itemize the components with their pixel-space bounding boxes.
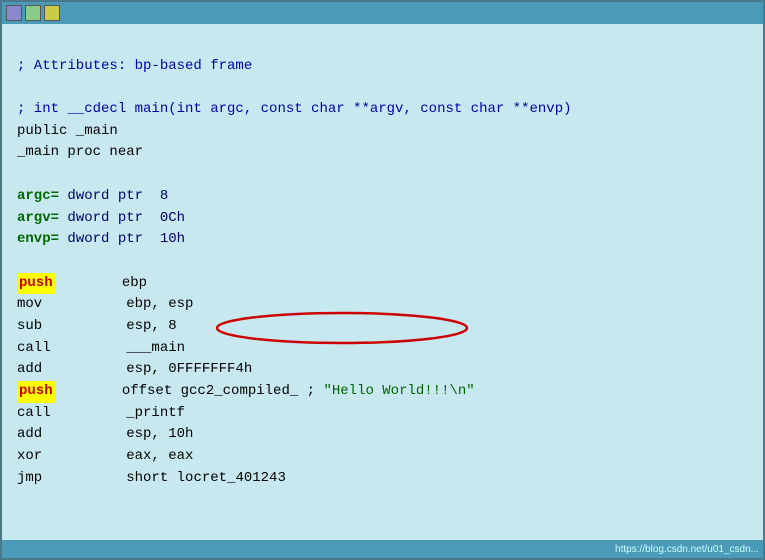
sub-mnemonic: sub	[17, 316, 42, 338]
argc-detail: dword ptr 8	[59, 186, 168, 208]
mov-mnemonic: mov	[17, 294, 42, 316]
line-xor: xor eax, eax	[17, 446, 748, 468]
line-push2: push offset gcc2_compiled_ ; "Hello Worl…	[17, 381, 748, 403]
line-jmp: jmp short locret_401243	[17, 468, 748, 490]
function-signature: ; int __cdecl main(int argc, const char …	[17, 99, 572, 121]
call2-operand: _printf	[51, 403, 185, 425]
url-text: https://blog.csdn.net/u01_csdn...	[615, 544, 759, 555]
line-proc: _main proc near	[17, 142, 748, 164]
mov-operand: ebp, esp	[42, 294, 193, 316]
jmp-mnemonic: jmp	[17, 468, 42, 490]
line-blank2	[17, 77, 748, 99]
line-comment2: ; int __cdecl main(int argc, const char …	[17, 99, 748, 121]
title-icon3	[44, 5, 60, 21]
call1-operand: ___main	[51, 338, 185, 360]
push2-mnemonic: push	[17, 381, 55, 403]
title-bar	[2, 2, 763, 24]
line-mov: mov ebp, esp	[17, 294, 748, 316]
add2-operand: esp, 10h	[42, 424, 193, 446]
sub-operand: esp, 8	[42, 316, 176, 338]
public-keyword: public _main	[17, 121, 118, 143]
argv-detail: dword ptr 0Ch	[59, 208, 185, 230]
call1-mnemonic: call	[17, 338, 51, 360]
line-sub: sub esp, 8	[17, 316, 748, 338]
line-push1: push ebp	[17, 273, 748, 295]
line-argv: argv= dword ptr 0Ch	[17, 208, 748, 230]
xor-operand: eax, eax	[42, 446, 193, 468]
argc-var: argc=	[17, 186, 59, 208]
call2-mnemonic: call	[17, 403, 51, 425]
title-icon1	[6, 5, 22, 21]
push2-operand: offset gcc2_compiled_ ;	[55, 381, 315, 403]
argv-var: argv=	[17, 208, 59, 230]
title-icon2	[25, 5, 41, 21]
bottom-bar: https://blog.csdn.net/u01_csdn...	[2, 540, 763, 558]
add1-mnemonic: add	[17, 359, 42, 381]
envp-detail: dword ptr 10h	[59, 229, 185, 251]
code-area: ; Attributes: bp-based frame ; int __cde…	[2, 24, 763, 540]
envp-var: envp=	[17, 229, 59, 251]
line-blank3	[17, 164, 748, 186]
comment-text: ; Attributes: bp-based frame	[17, 56, 252, 78]
line-add2: add esp, 10h	[17, 424, 748, 446]
line-blank4	[17, 251, 748, 273]
push1-mnemonic: push	[17, 273, 55, 295]
xor-mnemonic: xor	[17, 446, 42, 468]
line-argc: argc= dword ptr 8	[17, 186, 748, 208]
line-public: public _main	[17, 121, 748, 143]
line-call2: call _printf	[17, 403, 748, 425]
line-envp: envp= dword ptr 10h	[17, 229, 748, 251]
line-call1: call ___main	[17, 338, 748, 360]
add2-mnemonic: add	[17, 424, 42, 446]
add1-operand: esp, 0FFFFFFF4h	[42, 359, 252, 381]
hello-world-string: "Hello World!!!\n"	[315, 381, 475, 403]
push1-operand: ebp	[55, 273, 147, 295]
main-window: ; Attributes: bp-based frame ; int __cde…	[0, 0, 765, 560]
line-blank1	[17, 34, 748, 56]
proc-near: _main proc near	[17, 142, 143, 164]
line-comment1: ; Attributes: bp-based frame	[17, 56, 748, 78]
line-add1: add esp, 0FFFFFFF4h	[17, 359, 748, 381]
jmp-operand: short locret_401243	[42, 468, 286, 490]
